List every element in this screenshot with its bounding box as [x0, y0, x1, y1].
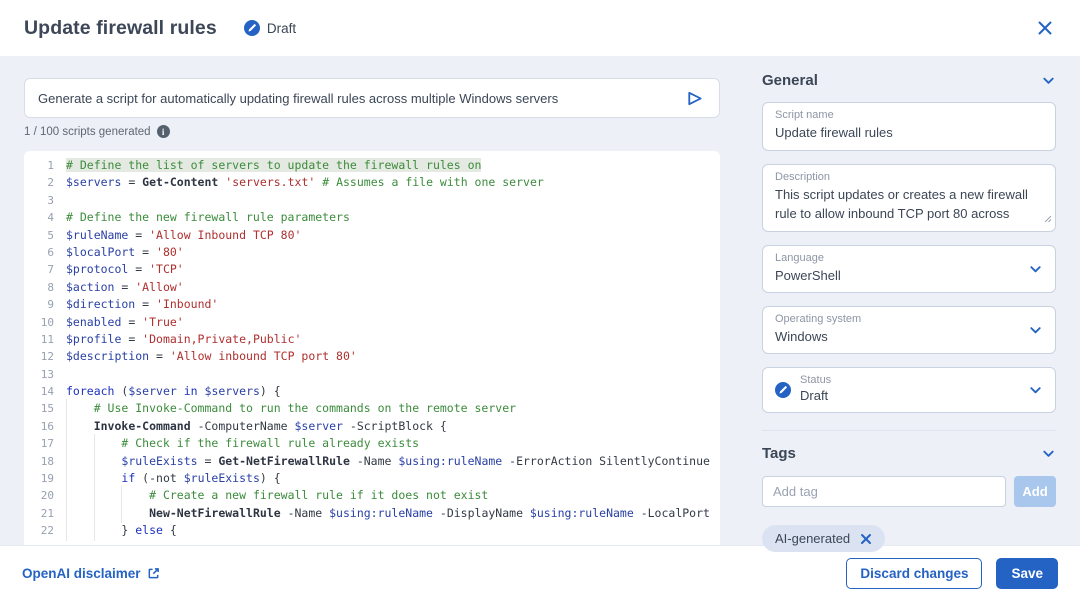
footer-actions: Discard changes Save [846, 558, 1058, 589]
save-button[interactable]: Save [996, 558, 1058, 589]
section-divider [762, 430, 1056, 431]
script-name-label: Script name [775, 109, 1043, 121]
description-label: Description [775, 171, 1043, 183]
code-line: 20 # Create a new firewall rule if it do… [24, 487, 720, 504]
code-line: 19 if (-not $ruleExists) { [24, 470, 720, 487]
description-input[interactable] [775, 186, 1043, 224]
status-select[interactable]: Status Draft [762, 367, 1056, 413]
general-section-header[interactable]: General [762, 72, 1056, 89]
tag-chip-label: AI-generated [775, 531, 850, 546]
code-line: 1# Define the list of servers to update … [24, 157, 720, 174]
code-lines: 1# Define the list of servers to update … [24, 157, 720, 540]
tag-chip: AI-generated [762, 525, 885, 552]
chevron-down-icon[interactable] [1028, 323, 1043, 338]
code-line: 2$servers = Get-Content 'servers.txt' # … [24, 174, 720, 191]
code-line: 3 [24, 192, 720, 209]
status-label: Status [800, 374, 831, 386]
counter-text: 1 / 100 scripts generated [24, 126, 151, 138]
code-line: 18 $ruleExists = Get-NetFirewallRule -Na… [24, 453, 720, 470]
draft-status-icon [244, 20, 260, 36]
chevron-down-icon[interactable] [1028, 383, 1043, 398]
code-line: 6$localPort = '80' [24, 244, 720, 261]
code-line: 4# Define the new firewall rule paramete… [24, 209, 720, 226]
properties-sidebar: General Script name Description Language… [762, 56, 1056, 545]
dialog-header: Update firewall rules Draft [0, 0, 1080, 56]
status-badge: Draft [244, 20, 296, 36]
code-line: 7$protocol = 'TCP' [24, 261, 720, 278]
description-field: Description [762, 164, 1056, 232]
dialog-body: 1 / 100 scripts generated i 1# Define th… [0, 56, 1080, 545]
discard-changes-button[interactable]: Discard changes [846, 558, 982, 589]
send-icon[interactable] [683, 87, 706, 110]
script-name-input[interactable] [775, 124, 1043, 143]
resize-handle-icon[interactable] [1044, 210, 1052, 228]
remove-tag-icon[interactable] [860, 533, 872, 545]
tags-section-title: Tags [762, 445, 796, 462]
code-editor[interactable]: 1# Define the list of servers to update … [24, 151, 720, 545]
code-line: 15 # Use Invoke-Command to run the comma… [24, 400, 720, 417]
code-line: 11$profile = 'Domain,Private,Public' [24, 331, 720, 348]
scripts-generated-counter: 1 / 100 scripts generated i [24, 125, 720, 138]
general-section-title: General [762, 72, 818, 89]
code-line: 21 New-NetFirewallRule -Name $using:rule… [24, 505, 720, 522]
external-link-icon [147, 567, 160, 580]
status-value: Draft [800, 387, 831, 405]
close-icon[interactable] [1032, 15, 1058, 41]
code-line: 10$enabled = 'True' [24, 314, 720, 331]
code-line: 13 [24, 366, 720, 383]
code-line: 16 Invoke-Command -ComputerName $server … [24, 418, 720, 435]
status-badge-label: Draft [267, 21, 296, 36]
chevron-down-icon[interactable] [1041, 446, 1056, 461]
disclaimer-text: OpenAI disclaimer [22, 566, 141, 581]
ai-prompt-bar [24, 78, 720, 118]
ai-prompt-input[interactable] [38, 91, 683, 106]
chevron-down-icon[interactable] [1041, 73, 1056, 88]
tags-section-header[interactable]: Tags [762, 445, 1056, 462]
operating-system-value: Windows [775, 328, 1043, 346]
code-line: 14foreach ($server in $servers) { [24, 383, 720, 400]
operating-system-label: Operating system [775, 313, 1043, 325]
add-tag-button[interactable]: Add [1014, 476, 1056, 507]
dialog-footer: OpenAI disclaimer Discard changes Save [0, 545, 1080, 600]
main-panel: 1 / 100 scripts generated i 1# Define th… [24, 56, 720, 545]
code-line: 9$direction = 'Inbound' [24, 296, 720, 313]
add-tag-row: Add [762, 476, 1056, 507]
code-line: 5$ruleName = 'Allow Inbound TCP 80' [24, 227, 720, 244]
chevron-down-icon[interactable] [1028, 261, 1043, 276]
code-line: 8$action = 'Allow' [24, 279, 720, 296]
add-tag-input[interactable] [762, 476, 1006, 507]
operating-system-select[interactable]: Operating system Windows [762, 306, 1056, 354]
script-name-field: Script name [762, 102, 1056, 151]
openai-disclaimer-link[interactable]: OpenAI disclaimer [22, 566, 160, 581]
language-select[interactable]: Language PowerShell [762, 245, 1056, 293]
info-icon[interactable]: i [157, 125, 170, 138]
language-value: PowerShell [775, 267, 1043, 285]
code-line: 17 # Check if the firewall rule already … [24, 435, 720, 452]
page-title: Update firewall rules [24, 17, 217, 40]
code-line: 12$description = 'Allow inbound TCP port… [24, 348, 720, 365]
language-label: Language [775, 252, 1043, 264]
code-line: 22 } else { [24, 522, 720, 539]
draft-status-icon [775, 382, 791, 398]
